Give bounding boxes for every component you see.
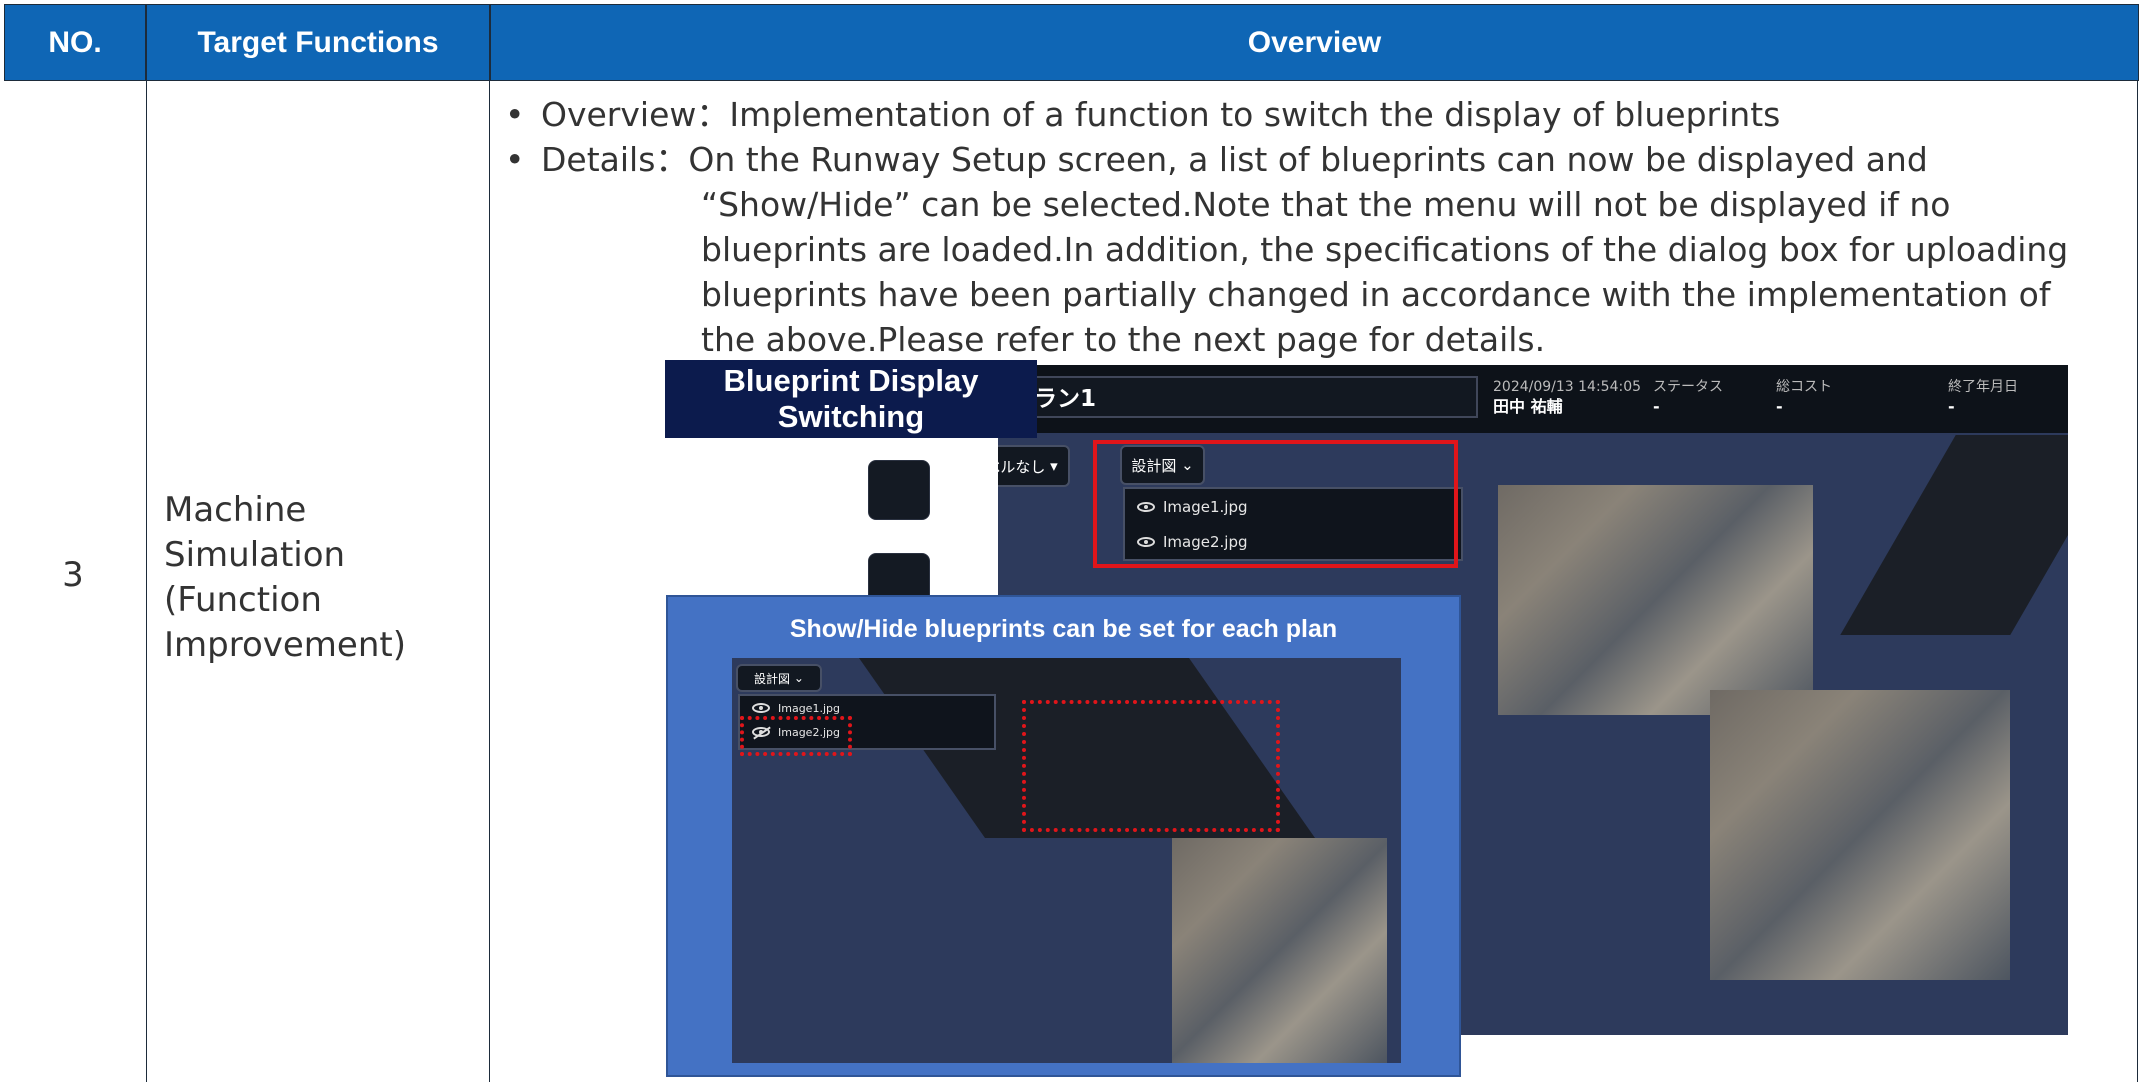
details-label: Details：	[541, 140, 689, 179]
highlight-box	[1093, 440, 1458, 568]
end-date-value: -	[1948, 397, 1955, 416]
eye-icon[interactable]	[752, 703, 770, 713]
callout-panel: Show/Hide blueprints can be set for each…	[666, 595, 1461, 1077]
overview-bullets: • Overview：Implementation of a function …	[505, 92, 2130, 362]
bullet-overview: • Overview：Implementation of a function …	[505, 92, 2130, 137]
satellite-image-1	[1498, 485, 1813, 715]
function-line: Improvement)	[164, 625, 406, 665]
callout-title: Show/Hide blueprints can be set for each…	[789, 615, 1338, 643]
end-date-label: 終了年月日	[1948, 379, 2018, 395]
function-line: Machine	[164, 490, 307, 530]
cost-value: -	[1776, 397, 1783, 416]
top-bar: ラン1 2024/09/13 14:54:05 田中 祐輔 ステータス - 総コ…	[998, 365, 2068, 433]
user-name: 田中 祐輔	[1493, 397, 1563, 416]
bullet-dot: •	[505, 95, 525, 134]
cost-field: 総コスト -	[1776, 377, 1832, 417]
details-line: the above.Please refer to the next page …	[701, 320, 1546, 359]
header-target-functions: Target Functions	[146, 4, 490, 81]
callout-screenshot: 設計図 ⌄ Image1.jpg Image2.jpg	[732, 658, 1401, 1063]
cost-label: 総コスト	[1776, 379, 1832, 395]
datetime: 2024/09/13 14:54:05	[1493, 379, 1642, 395]
status-label: ステータス	[1653, 379, 1723, 395]
header-no: NO.	[4, 4, 146, 81]
status-value: -	[1653, 397, 1660, 416]
status-field: ステータス -	[1653, 377, 1723, 417]
satellite-image-inner	[1172, 838, 1387, 1063]
inner-item-label: Image1.jpg	[778, 701, 840, 715]
details-line: “Show/Hide” can be selected.Note that th…	[701, 185, 1951, 224]
hidden-area-highlight	[1022, 700, 1280, 832]
target-function-text: Machine Simulation (Function Improvement…	[164, 488, 406, 668]
details-line: blueprints are loaded.In addition, the s…	[701, 230, 2069, 269]
row-number: 3	[62, 555, 84, 595]
details-line: blueprints have been partially changed i…	[701, 275, 2051, 314]
map-dark-area	[1840, 435, 2068, 635]
label-select-text: ラベルなし	[998, 457, 1046, 476]
inner-blueprint-label: 設計図	[754, 671, 791, 686]
play-icon[interactable]	[868, 460, 930, 520]
inner-blueprint-button[interactable]: 設計図 ⌄	[736, 664, 822, 692]
bullet-details: • Details：On the Runway Setup screen, a …	[505, 137, 2130, 182]
plan-name-field[interactable]: ラン1	[998, 376, 1478, 418]
bullet-dot: •	[505, 140, 525, 179]
header-overview: Overview	[490, 4, 2139, 81]
overview-label: Overview：	[541, 95, 730, 134]
function-line: Simulation	[164, 535, 346, 575]
chevron-down-icon: ⌄	[793, 671, 804, 685]
chevron-down-icon: ▾	[1050, 457, 1058, 475]
function-line: (Function	[164, 580, 322, 620]
datetime-user: 2024/09/13 14:54:05 田中 祐輔	[1493, 377, 1641, 417]
label-select[interactable]: ラベルなし ▾	[998, 445, 1070, 487]
overview-text: Implementation of a function to switch t…	[729, 95, 1781, 134]
details-line: On the Runway Setup screen, a list of bl…	[688, 140, 1928, 179]
end-date-field: 終了年月日 -	[1948, 377, 2018, 417]
hidden-item-highlight	[740, 716, 852, 756]
blueprint-display-switching-label: Blueprint Display Switching	[665, 360, 1037, 438]
satellite-image-2	[1710, 690, 2010, 980]
